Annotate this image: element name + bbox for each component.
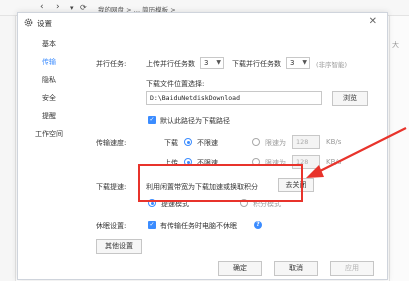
help-icon[interactable]: ? [254, 221, 262, 229]
gear-icon [24, 18, 33, 27]
no-sleep-label: 有传输任务时电脑不休眠 [160, 222, 237, 230]
download-parallel-label: 下载并行任务数 [232, 60, 281, 68]
back-arrow-icon[interactable]: ‹ [40, 2, 44, 12]
sidebar-item-privacy[interactable]: 隐私 [18, 71, 80, 89]
sidebar-item-reminder[interactable]: 提醒 [18, 107, 80, 125]
chevron-down-icon: ▼ [302, 59, 307, 66]
download-parallel-select[interactable]: 3 ▼ [286, 57, 310, 69]
apply-button[interactable]: 应用 [330, 261, 374, 276]
download-limit-label: 限速为 [265, 139, 286, 147]
cancel-button[interactable]: 取消 [274, 261, 318, 276]
default-path-checkbox[interactable]: ✓ [148, 116, 156, 124]
no-sleep-checkbox[interactable]: ✓ [148, 221, 156, 229]
transfer-speed-label: 传输速度: [96, 139, 127, 147]
sidebar-item-transfer[interactable]: 传输 [18, 53, 80, 71]
forward-arrow-icon[interactable]: › [56, 2, 60, 12]
dialog-footer: 确定 取消 应用 [18, 256, 387, 280]
parallel-tasks-label: 并行任务: [96, 60, 127, 68]
refresh-icon[interactable]: ⟳ [80, 3, 87, 12]
sidebar-item-workspace[interactable]: 工作空间 [18, 125, 80, 143]
dialog-titlebar[interactable]: 设置 ✕ [18, 13, 387, 33]
download-parallel-value: 3 [290, 59, 295, 67]
close-icon[interactable]: ✕ [369, 16, 377, 27]
download-limit-radio[interactable] [252, 138, 260, 146]
other-settings-button[interactable]: 其他设置 [96, 239, 142, 254]
sidebar-item-security[interactable]: 安全 [18, 89, 80, 107]
download-unlimited-radio[interactable] [184, 138, 192, 146]
sidebar-item-basic[interactable]: 基本 [18, 35, 80, 53]
dialog-title: 设置 [37, 19, 52, 28]
annotation-highlight-box [138, 164, 303, 202]
download-path-input[interactable]: D:\BaiduNetdiskDownload [146, 91, 322, 105]
sleep-settings-label: 休眠设置: [96, 222, 127, 230]
default-path-label: 默认此路径为下载路径 [160, 117, 230, 125]
ok-button[interactable]: 确定 [218, 261, 262, 276]
background-left-panel [0, 16, 16, 281]
background-right-text: 大 [392, 41, 399, 49]
dropdown-caret-icon[interactable]: ▾ [70, 4, 74, 12]
chevron-down-icon: ▼ [216, 59, 221, 66]
parallel-note: (非序智能) [316, 61, 348, 69]
download-speed-label: 下载 [164, 139, 178, 147]
upload-parallel-value: 3 [204, 59, 209, 67]
settings-sidebar: 基本 传输 隐私 安全 提醒 工作空间 [18, 33, 80, 280]
annotation-arrow-icon [306, 127, 407, 178]
upload-parallel-label: 上传并行任务数 [146, 60, 195, 68]
download-unlimited-label: 不限速 [197, 139, 218, 147]
download-location-label: 下载文件位置选择: [146, 80, 205, 88]
upload-parallel-select[interactable]: 3 ▼ [200, 57, 224, 69]
browse-button[interactable]: 浏览 [332, 91, 368, 106]
download-boost-label: 下载提速: [96, 183, 127, 191]
